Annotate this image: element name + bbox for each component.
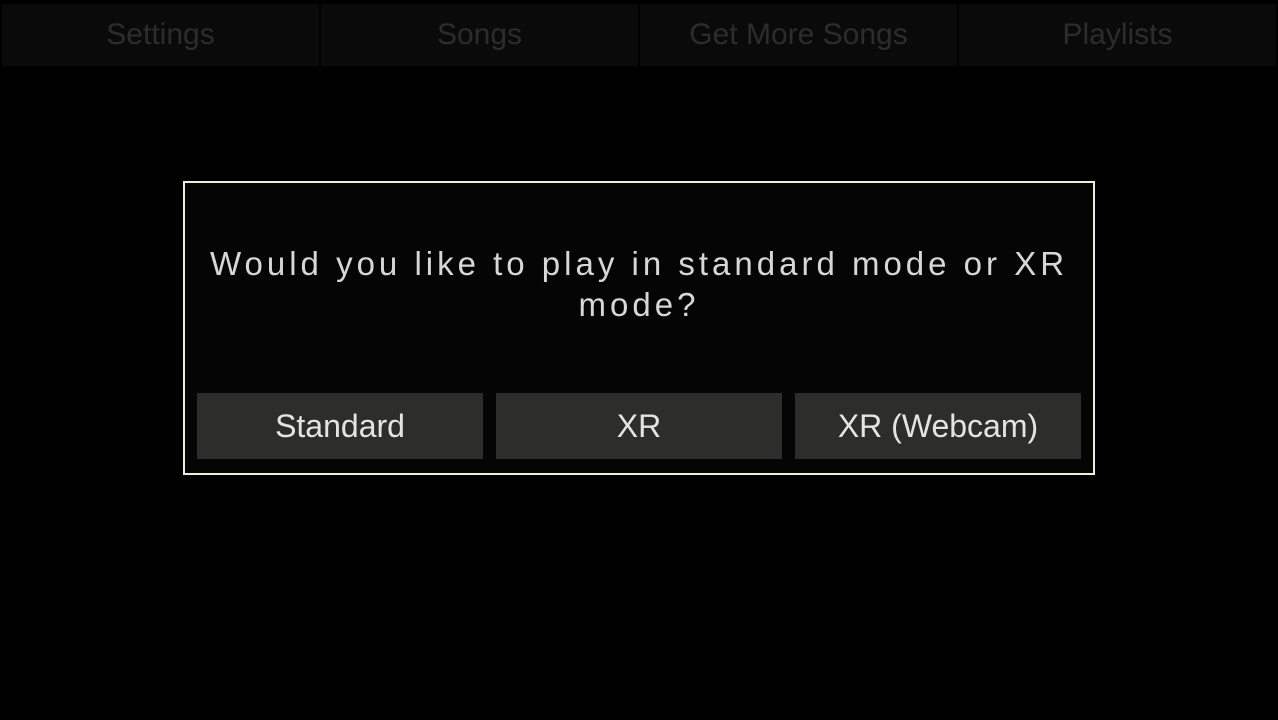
mode-select-dialog: Would you like to play in standard mode … [183,181,1095,476]
modal-overlay: Would you like to play in standard mode … [0,0,1278,720]
xr-mode-button[interactable]: XR [496,393,782,459]
xr-webcam-mode-button[interactable]: XR (Webcam) [795,393,1081,459]
mode-select-title: Would you like to play in standard mode … [209,243,1069,326]
mode-select-button-row: Standard XR XR (Webcam) [197,393,1081,459]
standard-mode-button[interactable]: Standard [197,393,483,459]
